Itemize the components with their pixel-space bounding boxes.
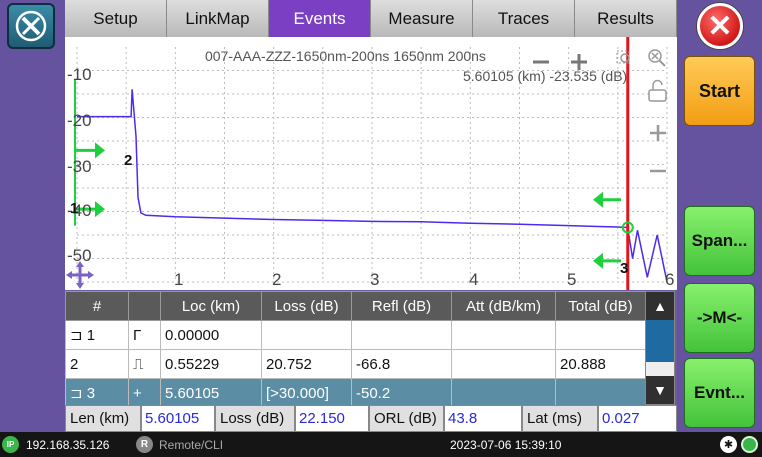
ip-address: 192.168.35.126 xyxy=(26,438,110,452)
total-cell xyxy=(555,378,646,408)
event-marker-label: 1 xyxy=(70,200,79,217)
x-tick-label: 4 xyxy=(469,270,479,289)
network-globe-icon[interactable] xyxy=(741,436,758,453)
scroll-down-icon[interactable]: ▼ xyxy=(646,376,674,404)
loss-cell: [>30.000] xyxy=(261,378,352,408)
location-cell: 5.60105 xyxy=(160,378,262,408)
trace-title: 007-AAA-ZZZ-1650nm-200ns 1650nm 200ns xyxy=(205,48,486,64)
event-number-cell: 2 xyxy=(65,349,129,379)
table-row[interactable]: 2 ⎍ 0.55229 20.752 -66.8 20.888 xyxy=(65,349,646,379)
left-rail xyxy=(0,0,65,432)
location-cell: 0.55229 xyxy=(160,349,262,379)
marker-arrow-head xyxy=(593,191,603,208)
summary-bar: Len (km) 5.60105 Loss (dB) 22.150 ORL (d… xyxy=(65,405,677,432)
length-label: Len (km) xyxy=(65,405,141,432)
tab-results[interactable]: Results xyxy=(575,0,677,37)
marker-arrow-head xyxy=(95,201,105,218)
tab-traces[interactable]: Traces xyxy=(473,0,575,37)
tab-measure[interactable]: Measure xyxy=(371,0,473,37)
table-row-selected[interactable]: ⊐ 3 + 5.60105 [>30.000] -50.2 xyxy=(65,378,646,408)
loss-value: 22.150 xyxy=(295,405,369,432)
home-tools-button[interactable] xyxy=(7,3,55,49)
vertical-zoom-in-icon[interactable] xyxy=(650,125,666,141)
attenuation-cell xyxy=(451,378,556,408)
event-type-cell: ⎍ xyxy=(128,349,161,379)
x-tick-label: 1 xyxy=(174,270,184,289)
event-number: 1 xyxy=(86,327,96,344)
total-cell: 20.888 xyxy=(555,349,646,379)
column-header-total[interactable]: Total (dB) xyxy=(555,291,646,321)
event-table: # Loc (km) Loss (dB) Refl (dB) Att (dB/k… xyxy=(65,291,646,408)
loss-cell: 20.752 xyxy=(261,349,352,379)
event-type-cell: Γ xyxy=(128,320,161,350)
reflectance-cell: -66.8 xyxy=(351,349,452,379)
marker-arrows xyxy=(74,79,621,269)
x-tick-label: 6 xyxy=(665,270,675,289)
otdr-trace-plot[interactable]: 007-AAA-ZZZ-1650nm-200ns 1650nm 200ns 5.… xyxy=(65,37,677,290)
cursor-readout: 5.60105 (km) -23.535 (dB) xyxy=(463,68,628,84)
total-cell xyxy=(555,320,646,350)
event-type-cell: + xyxy=(128,378,161,408)
marker-button[interactable]: ->M<- xyxy=(684,283,755,353)
tab-setup[interactable]: Setup xyxy=(65,0,167,37)
tools-icon xyxy=(15,10,47,42)
attenuation-cell xyxy=(451,349,556,379)
latency-label: Lat (ms) xyxy=(522,405,598,432)
scroll-up-icon[interactable]: ▲ xyxy=(646,292,674,320)
column-header-reflectance[interactable]: Refl (dB) xyxy=(351,291,452,321)
scroll-thumb[interactable] xyxy=(646,320,674,362)
lock-icon[interactable] xyxy=(648,79,667,102)
y-tick-label: -50 xyxy=(67,246,92,265)
x-tick-label: 5 xyxy=(567,270,577,289)
remote-icon: R xyxy=(136,436,153,453)
table-scrollbar[interactable]: ▲ ▼ xyxy=(645,291,675,405)
event-number: 3 xyxy=(86,385,96,402)
marker-arrow-head xyxy=(593,252,603,269)
event-button[interactable]: Evnt... xyxy=(684,358,755,428)
event-number-cell: ⊐ 1 xyxy=(65,320,129,350)
reflectance-cell xyxy=(351,320,452,350)
network-ip-icon: IP xyxy=(2,436,19,453)
column-header-type[interactable] xyxy=(128,291,161,321)
event-marker-label: 2 xyxy=(124,152,133,169)
event-number-cell: ⊐ 3 xyxy=(65,378,129,408)
right-rail: ✕ Start Span... ->M<- Evnt... xyxy=(677,0,762,432)
orl-label: ORL (dB) xyxy=(369,405,444,432)
tab-events[interactable]: Events xyxy=(269,0,371,37)
span-button[interactable]: Span... xyxy=(684,206,755,276)
latency-value: 0.027 xyxy=(598,405,677,432)
column-header-number[interactable]: # xyxy=(65,291,129,321)
status-bar: IP 192.168.35.126 R Remote/CLI 2023-07-0… xyxy=(0,432,762,457)
tab-bar: Setup LinkMap Events Measure Traces Resu… xyxy=(65,0,677,37)
length-value: 5.60105 xyxy=(141,405,215,432)
location-cell: 0.00000 xyxy=(160,320,262,350)
marker-arrow-head xyxy=(95,142,105,159)
column-header-location[interactable]: Loc (km) xyxy=(160,291,262,321)
launch-marker-icon: ⊐ xyxy=(70,327,87,344)
zoom-reset-icon[interactable] xyxy=(648,49,666,67)
tab-linkmap[interactable]: LinkMap xyxy=(167,0,269,37)
y-tick-label: -10 xyxy=(67,65,92,84)
start-button[interactable]: Start xyxy=(684,56,755,126)
column-header-loss[interactable]: Loss (dB) xyxy=(261,291,352,321)
close-button[interactable]: ✕ xyxy=(697,3,743,49)
loss-cell xyxy=(261,320,352,350)
table-row[interactable]: ⊐ 1 Γ 0.00000 xyxy=(65,320,646,350)
y-tick-label: -30 xyxy=(67,157,92,176)
datetime: 2023-07-06 15:39:10 xyxy=(450,438,562,452)
event-marker-label: 3 xyxy=(620,260,629,277)
x-tick-label: 2 xyxy=(272,270,282,289)
attenuation-cell xyxy=(451,320,556,350)
x-tick-label: 3 xyxy=(370,270,380,289)
close-icon: ✕ xyxy=(707,9,733,43)
remote-status: Remote/CLI xyxy=(159,438,224,452)
column-header-attenuation[interactable]: Att (dB/km) xyxy=(451,291,556,321)
loss-label: Loss (dB) xyxy=(215,405,295,432)
reflectance-cell: -50.2 xyxy=(351,378,452,408)
end-marker-icon: ⊐ xyxy=(70,385,87,402)
orl-value: 43.8 xyxy=(444,405,522,432)
y-tick-label: -20 xyxy=(67,111,92,130)
bluetooth-icon[interactable]: ✱ xyxy=(720,436,737,453)
